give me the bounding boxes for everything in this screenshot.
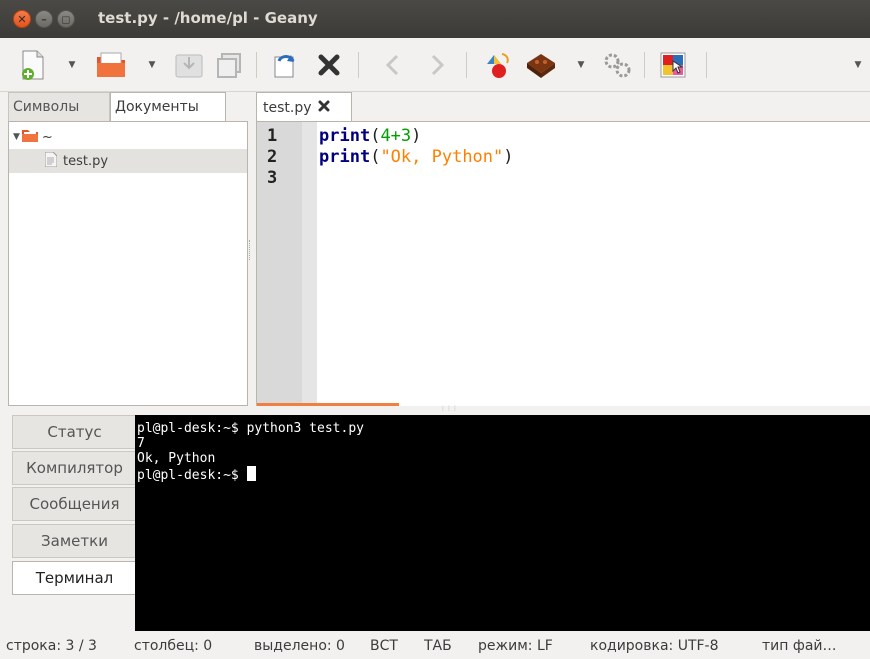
status-column: столбец: 0: [134, 638, 213, 654]
string-literal: "Ok, Python": [380, 147, 504, 167]
minimize-window-button[interactable]: –: [35, 10, 53, 28]
window-title: test.py - /home/pl - Geany: [98, 9, 318, 27]
status-indent: ТАБ: [424, 638, 452, 654]
tab-documents[interactable]: Документы: [110, 92, 226, 122]
tab-terminal[interactable]: Терминал: [12, 561, 136, 595]
open-file-dropdown-icon[interactable]: ▼: [147, 60, 157, 70]
tree-file-item[interactable]: test.py: [9, 149, 247, 173]
panel-splitter[interactable]: [249, 240, 254, 260]
new-file-icon[interactable]: [16, 48, 50, 82]
horizontal-splitter[interactable]: ⋮⋮⋮: [440, 406, 458, 412]
line-number: 2: [267, 147, 278, 167]
line-number: 3: [267, 168, 278, 188]
fold-margin: [302, 122, 317, 405]
keyword: print: [319, 147, 371, 167]
save-icon[interactable]: [172, 48, 206, 82]
code-line-2: print("Ok, Python"): [319, 147, 514, 167]
open-file-icon[interactable]: [94, 48, 128, 82]
new-file-dropdown-icon[interactable]: ▼: [67, 60, 77, 70]
terminal-prompt-line: pl@pl-desk:~$: [137, 466, 870, 483]
tab-status[interactable]: Статус: [12, 415, 136, 449]
code-line-1: print(4+3): [319, 126, 421, 146]
title-bar: ✕ – ◻ test.py - /home/pl - Geany: [0, 0, 870, 38]
status-line: строка: 3 / 3: [6, 638, 97, 654]
terminal[interactable]: pl@pl-desk:~$ python3 test.py 7 Ok, Pyth…: [135, 415, 870, 631]
terminal-prompt: pl@pl-desk:~$: [137, 468, 247, 483]
tree-root-label: ~: [41, 129, 53, 145]
maximize-window-button[interactable]: ◻: [57, 10, 75, 28]
toolbar: ▼ ▼ ▼ ▼: [0, 38, 870, 92]
editor-tab[interactable]: test.py: [256, 92, 352, 122]
status-insert-mode: ВСТ: [370, 638, 398, 654]
paren: ): [503, 147, 514, 167]
status-selected: выделено: 0: [254, 638, 345, 654]
terminal-line: pl@pl-desk:~$ python3 test.py: [137, 421, 364, 436]
tab-compiler[interactable]: Компилятор: [12, 451, 136, 485]
code-editor[interactable]: 1 2 3 print(4+3) print("Ok, Python"): [256, 121, 870, 406]
color-chooser-icon[interactable]: [656, 48, 690, 82]
close-tab-icon[interactable]: [318, 100, 330, 116]
forward-icon[interactable]: [420, 48, 454, 82]
documents-panel: ▼ ~ test.py: [8, 121, 248, 406]
folder-icon: [21, 129, 38, 146]
horizontal-scroll-indicator[interactable]: [257, 403, 399, 406]
tree-root[interactable]: ▼ ~: [13, 128, 53, 146]
close-file-icon[interactable]: [312, 48, 346, 82]
terminal-line: 7: [137, 436, 145, 451]
tab-messages[interactable]: Сообщения: [12, 487, 136, 521]
reload-icon[interactable]: [268, 48, 302, 82]
editor-tab-label: test.py: [263, 99, 312, 116]
text-file-icon: [44, 151, 58, 171]
paren: (: [370, 126, 381, 146]
status-encoding: кодировка: UTF-8: [590, 638, 719, 654]
toolbar-overflow-icon[interactable]: ▼: [853, 60, 863, 70]
save-all-icon[interactable]: [212, 48, 246, 82]
paren: (: [370, 147, 381, 167]
back-icon[interactable]: [376, 48, 410, 82]
terminal-cursor: [246, 466, 256, 481]
tree-file-label: test.py: [63, 153, 109, 169]
status-bar: строка: 3 / 3 столбец: 0 выделено: 0 ВСТ…: [0, 634, 870, 659]
status-filetype: тип фай…: [762, 638, 837, 654]
build-dropdown-icon[interactable]: ▼: [576, 60, 586, 70]
execute-icon[interactable]: [600, 48, 634, 82]
expander-icon[interactable]: ▼: [13, 132, 20, 142]
line-number-gutter: [257, 122, 302, 405]
paren: ): [411, 126, 422, 146]
status-eol: режим: LF: [478, 638, 553, 654]
keyword: print: [319, 126, 371, 146]
number-literal: 4+3: [380, 126, 412, 146]
terminal-line: Ok, Python: [137, 451, 216, 466]
tab-symbols[interactable]: Символы: [8, 92, 110, 122]
close-window-button[interactable]: ✕: [13, 10, 31, 28]
line-number: 1: [267, 126, 278, 146]
tab-notes[interactable]: Заметки: [12, 524, 136, 558]
sidebar-tabs: Символы Документы: [8, 92, 250, 122]
build-icon[interactable]: [524, 48, 558, 82]
compile-icon[interactable]: [480, 48, 514, 82]
